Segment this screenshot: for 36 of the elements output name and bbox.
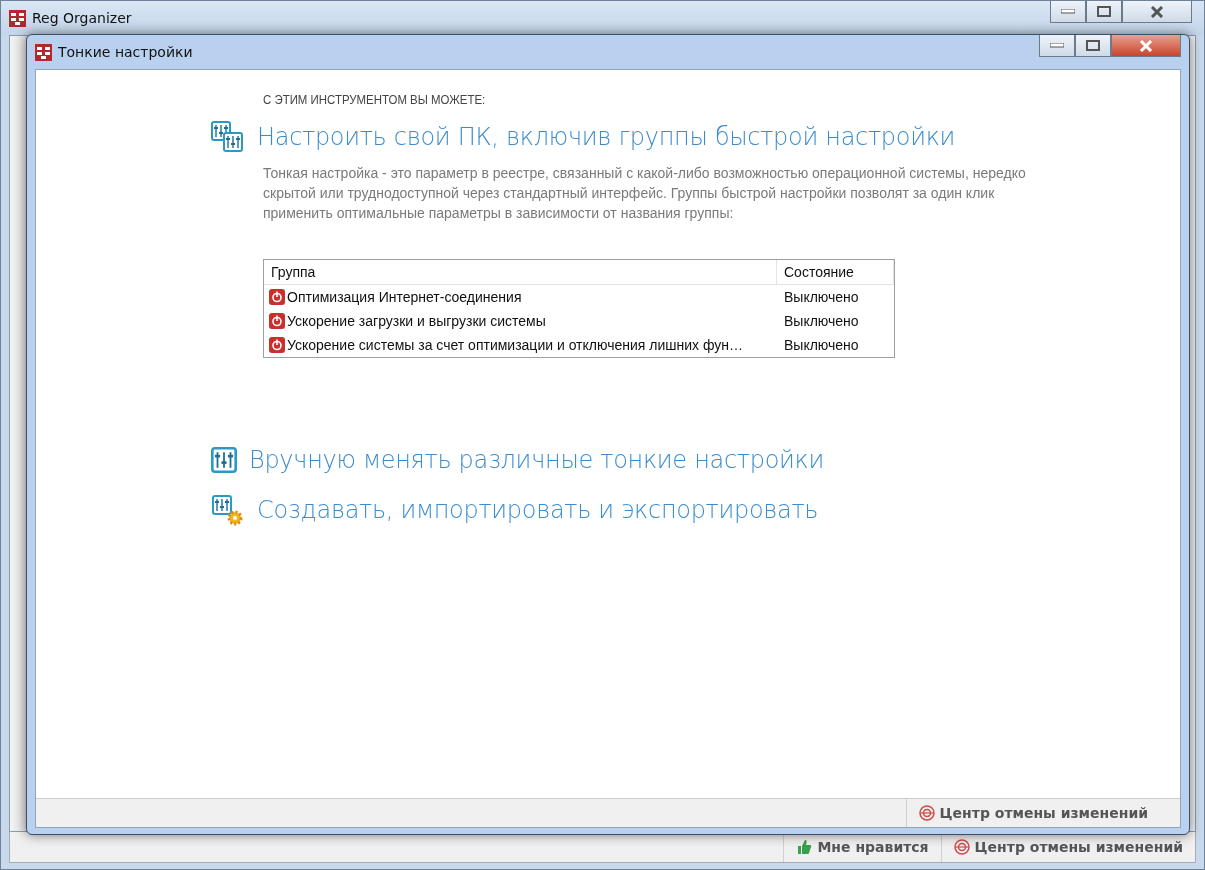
- close-button[interactable]: [1111, 35, 1181, 57]
- minimize-icon: [1061, 9, 1075, 14]
- group-name[interactable]: Оптимизация Интернет-соединения: [287, 289, 522, 305]
- group-name[interactable]: Ускорение системы за счет оптимизации и отключения лишних фун…: [287, 337, 744, 353]
- minimize-icon: [1050, 43, 1064, 48]
- section-link[interactable]: Создавать, импортировать и экспортировать: [257, 496, 819, 524]
- close-button[interactable]: [1122, 1, 1192, 23]
- group-state: Выключено: [783, 289, 860, 305]
- column-header[interactable]: Группа: [264, 260, 777, 284]
- intro-heading: С ЭТИМ ИНСТРУМЕНТОМ ВЫ МОЖЕТЕ:: [263, 92, 487, 107]
- app-logo-icon: [9, 9, 26, 27]
- close-icon: [1150, 5, 1164, 18]
- undo-circle-icon: [918, 805, 935, 821]
- section-link[interactable]: Настроить свой ПК, включив группы быстрой настройки: [257, 123, 956, 151]
- sliders-icon: [211, 447, 237, 473]
- window-title: Reg Organizer: [32, 10, 132, 26]
- maximize-icon: [1097, 6, 1111, 17]
- column-header[interactable]: Состояние: [777, 260, 894, 284]
- sliders-gear-icon: [211, 494, 245, 526]
- maximize-button[interactable]: [1075, 35, 1111, 57]
- close-icon: [1139, 39, 1153, 52]
- group-state: Выключено: [783, 313, 860, 329]
- undo-circle-icon: [953, 839, 970, 855]
- thumbs-up-icon: [796, 839, 813, 855]
- section-link[interactable]: Вручную менять различные тонкие настройки: [249, 446, 824, 474]
- dialog-title: Тонкие настройки: [58, 44, 193, 60]
- section-description: Тонкая настройка - это параметр в реестре, связанный с какой-либо возможностью операционной системы, нередко скрытой или труднодоступной через стандартный интерфейс. Группы быстрой настройки позволят за один клик применить оптимальные параметры в зависимости от названия группы:: [263, 164, 1027, 223]
- status-button[interactable]: Центр отмены изменений: [905, 799, 1160, 827]
- minimize-button[interactable]: [1039, 35, 1075, 57]
- minimize-button[interactable]: [1050, 1, 1086, 23]
- maximize-button[interactable]: [1086, 1, 1122, 23]
- app-logo-icon: [35, 43, 52, 61]
- slider-group-icon: [211, 121, 245, 153]
- group-name[interactable]: Ускорение загрузки и выгрузки системы: [287, 313, 546, 329]
- group-state: Выключено: [783, 337, 860, 353]
- maximize-icon: [1086, 40, 1100, 51]
